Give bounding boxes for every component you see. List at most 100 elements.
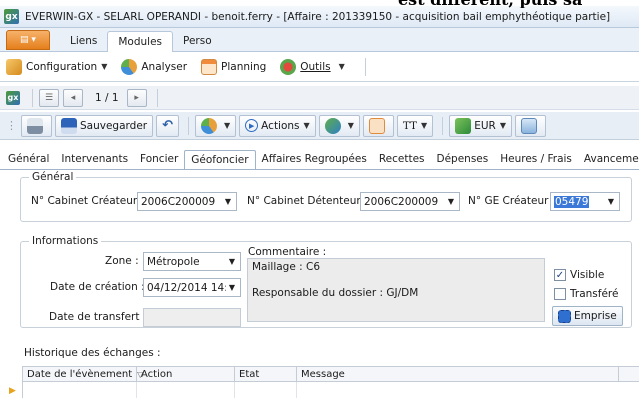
tools-icon xyxy=(280,58,297,75)
chevron-down-icon: ▼ xyxy=(303,121,310,130)
emprise-button[interactable]: Emprise xyxy=(552,306,623,326)
workflow-button[interactable]: ▼ xyxy=(318,114,360,137)
toolbar-separator xyxy=(442,116,444,135)
grid-header: Date de l'évènement ▽ Action Etat Messag… xyxy=(23,367,639,382)
tab-strip: Général Intervenants Foncier Géofoncier … xyxy=(0,146,639,170)
overlay-text: est différent, puis sa xyxy=(398,0,639,8)
date-creation-field[interactable]: 04/12/2014 14:: ▼ xyxy=(143,278,241,297)
general-group: Général N° Cabinet Créateur : 2006C20000… xyxy=(20,171,632,222)
app-menu-button[interactable]: ▤ ▾ xyxy=(6,30,50,50)
column-header-action[interactable]: Action xyxy=(137,367,235,381)
chevron-down-icon: ▼ xyxy=(101,62,108,71)
visible-checkbox[interactable]: ✓ Visible xyxy=(554,269,604,281)
outils-button[interactable]: Outils ▼ xyxy=(280,58,345,75)
form-button[interactable] xyxy=(362,114,394,137)
next-record-button[interactable]: ▸ xyxy=(126,88,147,107)
zone-value: Métropole xyxy=(147,255,200,268)
chevron-down-icon: ▼ xyxy=(499,121,506,130)
currency-icon xyxy=(455,117,472,134)
date-creation-label: Date de création : xyxy=(50,281,145,293)
tab-recettes[interactable]: Recettes xyxy=(373,149,431,169)
current-row-icon: ▶ xyxy=(9,386,16,396)
historique-title: Historique des échanges : xyxy=(24,347,161,359)
cabinet-createur-select[interactable]: 2006C200009 ▼ xyxy=(137,192,237,211)
undo-button[interactable]: ↶ xyxy=(156,114,180,137)
email-button[interactable] xyxy=(514,114,546,137)
zone-label: Zone : xyxy=(105,255,139,267)
tt-label: TT xyxy=(402,119,418,132)
nav-separator xyxy=(156,88,158,107)
zone-select[interactable]: Métropole ▼ xyxy=(143,252,241,271)
currency-button[interactable]: EUR ▼ xyxy=(449,114,512,137)
cabinet-detenteur-select[interactable]: 2006C200009 ▼ xyxy=(360,192,460,211)
tab-intervenants[interactable]: Intervenants xyxy=(55,149,134,169)
tab-general[interactable]: Général xyxy=(2,149,55,169)
tab-heures-frais[interactable]: Heures / Frais xyxy=(494,149,578,169)
tab-avancement[interactable]: Avanceme xyxy=(578,149,639,169)
date-transfert-field[interactable] xyxy=(143,308,241,327)
visible-label: Visible xyxy=(570,269,605,281)
record-toolbar: ⋮ Sauvegarder ↶ ▼ ▶ Actions ▼ ▼ TT ▼ EUR… xyxy=(0,112,639,140)
ge-createur-label: N° GE Créateur : xyxy=(468,195,556,207)
chart-menu-button[interactable]: ▼ xyxy=(195,114,237,137)
configuration-label: Configuration xyxy=(26,60,98,73)
printer-icon xyxy=(27,117,43,134)
chevron-down-icon: ▼ xyxy=(338,62,345,71)
previous-record-button[interactable]: ◂ xyxy=(63,88,83,107)
record-navigator: gx ☰ ◂ 1 / 1 ▸ xyxy=(0,86,639,110)
commentaire-line-1: Maillage : C6 xyxy=(252,261,321,273)
save-label: Sauvegarder xyxy=(80,119,148,132)
column-header-etat[interactable]: Etat xyxy=(235,367,297,381)
historique-grid: Date de l'évènement ▽ Action Etat Messag… xyxy=(9,366,639,398)
transfere-label: Transféré xyxy=(570,288,619,300)
list-view-icon[interactable]: ☰ xyxy=(39,88,59,107)
transfere-checkbox[interactable]: Transféré xyxy=(554,288,618,300)
column-header-message[interactable]: Message xyxy=(297,367,619,381)
tt-button[interactable]: TT ▼ xyxy=(396,114,434,137)
tab-foncier[interactable]: Foncier xyxy=(134,149,184,169)
tab-affaires-regroupees[interactable]: Affaires Regroupées xyxy=(256,149,373,169)
record-pager: 1 / 1 xyxy=(95,91,119,104)
cabinet-detenteur-label: N° Cabinet Détenteur : xyxy=(247,195,368,207)
ge-createur-select[interactable]: 05479 ▼ xyxy=(550,192,620,211)
nav-separator xyxy=(32,88,33,107)
print-button[interactable] xyxy=(21,114,52,137)
undo-icon: ↶ xyxy=(162,118,174,133)
column-header-date[interactable]: Date de l'évènement ▽ xyxy=(23,367,143,381)
ge-createur-value: 05479 xyxy=(554,195,590,208)
menu-tab-modules[interactable]: Modules xyxy=(107,31,174,52)
chart-pie-icon xyxy=(201,117,218,134)
cabinet-detenteur-value: 2006C200009 xyxy=(364,195,439,208)
general-legend: Général xyxy=(29,171,77,183)
actions-label: Actions xyxy=(261,119,300,132)
chevron-down-icon: ▼ xyxy=(224,197,232,206)
menu-tab-liens[interactable]: Liens xyxy=(60,31,107,51)
informations-group: Informations Zone : Métropole ▼ Date de … xyxy=(20,235,632,328)
informations-legend: Informations xyxy=(29,235,102,247)
planning-button[interactable]: Planning xyxy=(201,58,266,75)
toolbar-grip-icon: ⋮ xyxy=(6,119,17,132)
menu-tab-perso[interactable]: Perso xyxy=(173,31,222,51)
analyser-button[interactable]: Analyser xyxy=(121,58,187,75)
column-date-label: Date de l'évènement xyxy=(27,368,133,380)
table-row[interactable] xyxy=(23,382,639,398)
cabinet-createur-label: N° Cabinet Créateur : xyxy=(31,195,145,207)
ribbon: Configuration ▼ Analyser Planning Outils… xyxy=(0,52,639,82)
calendar-icon xyxy=(201,58,218,75)
title-bar: gx EVERWIN-GX - SELARL OPERANDI - benoit… xyxy=(0,6,639,28)
play-circle-icon: ▶ xyxy=(245,119,259,132)
toolbar-separator xyxy=(188,116,190,135)
save-button[interactable]: Sauvegarder xyxy=(55,114,154,137)
tab-geofoncier[interactable]: Géofoncier xyxy=(184,150,256,169)
actions-button[interactable]: ▶ Actions ▼ xyxy=(239,114,316,137)
chevron-down-icon: ▼ xyxy=(347,121,354,130)
column-etat-label: Etat xyxy=(239,368,260,380)
commentaire-field[interactable]: Maillage : C6 Responsable du dossier : G… xyxy=(247,258,545,322)
configuration-button[interactable]: Configuration ▼ xyxy=(6,58,108,75)
tab-depenses[interactable]: Dépenses xyxy=(431,149,495,169)
chart-pie-icon xyxy=(121,58,138,75)
chevron-down-icon: ▼ xyxy=(228,257,236,266)
chevron-down-icon: ▼ xyxy=(421,121,428,130)
wrench-icon xyxy=(6,58,22,75)
chevron-down-icon: ▼ xyxy=(224,121,231,130)
